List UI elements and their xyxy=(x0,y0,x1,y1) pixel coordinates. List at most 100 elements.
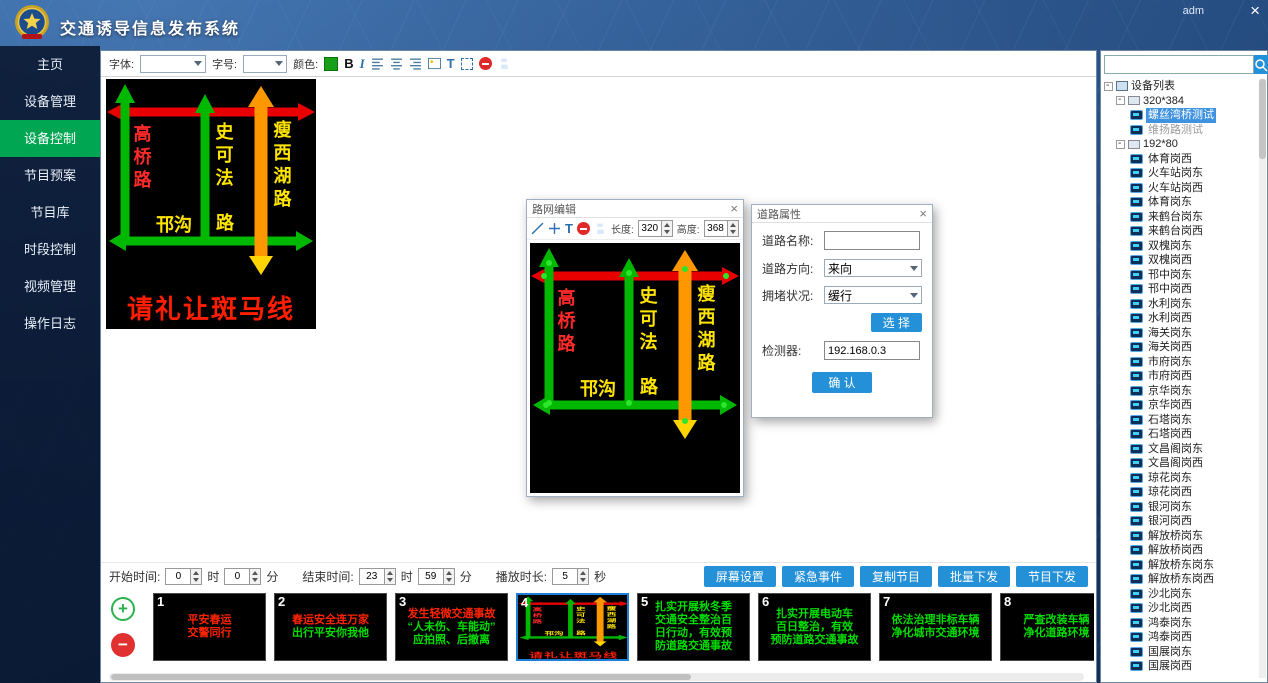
device-item[interactable]: 水利岗东 xyxy=(1104,297,1257,312)
tree-group-row[interactable]: 192*80 xyxy=(1104,137,1257,152)
add-text-icon[interactable]: T xyxy=(565,221,573,236)
tree-group-label[interactable]: 192*80 xyxy=(1143,137,1178,152)
italic-button[interactable]: I xyxy=(360,56,365,72)
device-item[interactable]: 双槐岗东 xyxy=(1104,239,1257,254)
tree-expander-icon[interactable] xyxy=(1116,96,1125,105)
program-thumbnail-selected[interactable]: 4 xyxy=(516,593,629,661)
device-item[interactable]: 邗中岗东 xyxy=(1104,268,1257,283)
action-button[interactable]: 批量下发 xyxy=(938,566,1010,587)
spinner-arrows[interactable] xyxy=(191,568,202,585)
device-item[interactable]: 石塔岗西 xyxy=(1104,427,1257,442)
start-hour-input[interactable] xyxy=(165,568,191,585)
height-spinner[interactable] xyxy=(704,220,739,237)
program-thumbnail[interactable]: 2 春运安全连万家 出行平安你我他 xyxy=(274,593,387,661)
sidebar-item[interactable]: 节目库 xyxy=(0,194,100,231)
device-item[interactable]: 银河岗东 xyxy=(1104,500,1257,515)
device-item[interactable]: 解放桥岗西 xyxy=(1104,543,1257,558)
tree-group-row[interactable]: 320*384 xyxy=(1104,94,1257,109)
delete-icon[interactable] xyxy=(479,57,492,70)
device-item[interactable]: 维扬路测试 xyxy=(1104,123,1257,138)
sidebar-item[interactable]: 视频管理 xyxy=(0,268,100,305)
device-item[interactable]: 鸿泰岗东 xyxy=(1104,616,1257,631)
selection-box-icon[interactable] xyxy=(461,58,473,70)
device-item[interactable]: 来鹤台岗西 xyxy=(1104,224,1257,239)
add-program-button[interactable]: + xyxy=(111,597,135,621)
window-close-icon[interactable]: × xyxy=(1250,1,1260,21)
length-spinner[interactable] xyxy=(638,220,673,237)
search-button[interactable] xyxy=(1254,55,1268,74)
color-swatch[interactable] xyxy=(324,57,338,71)
device-item[interactable]: 文昌阁岗东 xyxy=(1104,442,1257,457)
road-network-canvas[interactable]: 高桥路 史可法 路 邗沟 瘦西湖路 请礼让斑马线 xyxy=(530,243,740,493)
device-item[interactable]: 解放桥岗东 xyxy=(1104,529,1257,544)
height-input[interactable] xyxy=(704,220,728,237)
spinner-arrows[interactable] xyxy=(250,568,261,585)
length-input[interactable] xyxy=(638,220,662,237)
edit-window-titlebar[interactable]: 路网编辑 × xyxy=(527,200,743,218)
logged-in-user[interactable]: adm xyxy=(1183,5,1204,17)
device-item[interactable]: 海关岗西 xyxy=(1104,340,1257,355)
device-item[interactable]: 银河岗西 xyxy=(1104,514,1257,529)
action-button[interactable]: 复制节目 xyxy=(860,566,932,587)
confirm-button[interactable]: 确 认 xyxy=(812,372,871,393)
device-item[interactable]: 鸿泰岗西 xyxy=(1104,630,1257,645)
delete-road-icon[interactable] xyxy=(577,222,590,235)
end-minute-spinner[interactable] xyxy=(418,568,455,585)
road-name-input[interactable] xyxy=(824,231,920,250)
horizontal-scrollbar[interactable] xyxy=(109,673,1084,681)
sidebar-item[interactable]: 操作日志 xyxy=(0,305,100,342)
action-button[interactable]: 屏幕设置 xyxy=(704,566,776,587)
horizontal-scrollbar-thumb[interactable] xyxy=(111,674,691,680)
device-item[interactable]: 沙北岗东 xyxy=(1104,587,1257,602)
crosshair-icon[interactable] xyxy=(548,222,561,235)
action-button[interactable]: 紧急事件 xyxy=(782,566,854,587)
spinner-arrows[interactable] xyxy=(578,568,589,585)
spinner-arrows[interactable] xyxy=(728,220,739,237)
device-item[interactable]: 邗中岗西 xyxy=(1104,282,1257,297)
duration-spinner[interactable] xyxy=(552,568,589,585)
tree-group-label[interactable]: 320*384 xyxy=(1143,94,1184,109)
led-preview[interactable]: 高桥路 史可法 路 邗沟 瘦西湖路 请礼让斑马线 xyxy=(106,79,316,329)
program-thumbnail[interactable]: 8 严查改装车辆 净化道路环境 xyxy=(1000,593,1094,661)
props-window-close-icon[interactable]: × xyxy=(919,206,927,221)
program-thumbnail[interactable]: 6 扎实开展电动车 百日整治，有效 预防道路交通事故 xyxy=(758,593,871,661)
device-item[interactable]: 国展岗东 xyxy=(1104,645,1257,660)
device-item[interactable]: 市府岗东 xyxy=(1104,355,1257,370)
align-center-icon[interactable] xyxy=(390,57,403,70)
tree-root-row[interactable]: 设备列表 xyxy=(1104,79,1257,94)
draw-line-icon[interactable] xyxy=(531,222,544,235)
device-item[interactable]: 石塔岗东 xyxy=(1104,413,1257,428)
device-item[interactable]: 螺丝湾桥测试 xyxy=(1104,108,1257,123)
device-item[interactable]: 京华岗西 xyxy=(1104,398,1257,413)
end-hour-input[interactable] xyxy=(359,568,385,585)
detector-input[interactable] xyxy=(824,341,920,360)
sidebar-item[interactable]: 设备管理 xyxy=(0,83,100,120)
device-item[interactable]: 海关岗东 xyxy=(1104,326,1257,341)
start-minute-input[interactable] xyxy=(224,568,250,585)
font-select[interactable] xyxy=(140,55,206,73)
remove-program-button[interactable]: − xyxy=(111,633,135,657)
insert-image-icon[interactable] xyxy=(428,57,441,70)
device-item[interactable]: 国展岗西 xyxy=(1104,659,1257,674)
vertical-scrollbar[interactable] xyxy=(1259,79,1266,678)
device-item[interactable]: 体育岗东 xyxy=(1104,195,1257,210)
device-item[interactable]: 琼花岗东 xyxy=(1104,471,1257,486)
device-item[interactable]: 解放桥东岗西 xyxy=(1104,572,1257,587)
program-thumbnail[interactable]: 5 扎实开展秋冬季 交通安全整治百 日行动，有效预 防道路交通事故 xyxy=(637,593,750,661)
spinner-arrows[interactable] xyxy=(662,220,673,237)
insert-text-icon[interactable]: T xyxy=(447,56,455,71)
congestion-select[interactable]: 缓行 xyxy=(824,286,922,304)
program-thumbnail[interactable]: 7 依法治理非标车辆 净化城市交通环境 xyxy=(879,593,992,661)
sidebar-item[interactable]: 设备控制 xyxy=(0,120,100,157)
device-item[interactable]: 市府岗西 xyxy=(1104,369,1257,384)
select-detector-button[interactable]: 选 择 xyxy=(871,313,922,332)
end-minute-input[interactable] xyxy=(418,568,444,585)
duration-input[interactable] xyxy=(552,568,578,585)
sidebar-item[interactable]: 节目预案 xyxy=(0,157,100,194)
device-item[interactable]: 体育岗西 xyxy=(1104,152,1257,167)
tree-root-label[interactable]: 设备列表 xyxy=(1131,79,1175,94)
device-item[interactable]: 火车站岗东 xyxy=(1104,166,1257,181)
sidebar-item[interactable]: 时段控制 xyxy=(0,231,100,268)
sidebar-item[interactable]: 主页 xyxy=(0,46,100,83)
start-hour-spinner[interactable] xyxy=(165,568,202,585)
